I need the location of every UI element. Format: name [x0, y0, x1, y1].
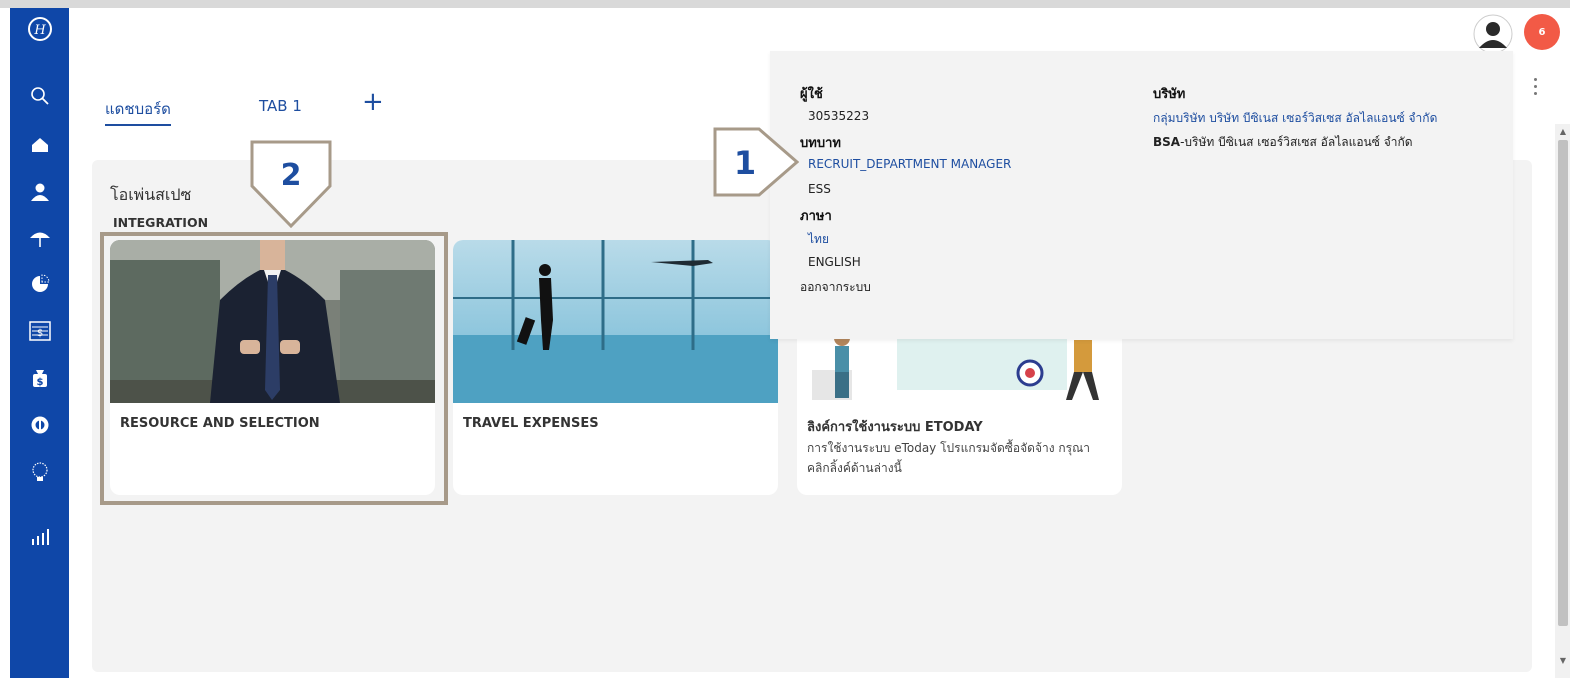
coin-icon[interactable] [10, 408, 69, 442]
language-option-english[interactable]: ENGLISH [808, 255, 861, 269]
annotation-highlight-box [100, 232, 448, 505]
card-description: การใช้งานระบบ eToday โปรแกรมจัดซื้อจัดจ้… [807, 441, 1090, 475]
tab-1[interactable]: TAB 1 [259, 97, 302, 115]
svg-text:$: $ [36, 377, 43, 388]
tab-dashboard[interactable]: แดชบอร์ด [105, 97, 171, 126]
notification-badge[interactable]: 6 [1524, 14, 1560, 50]
language-heading: ภาษา [800, 209, 832, 224]
svg-text:$: $ [36, 328, 42, 339]
logo-icon[interactable]: H [10, 12, 69, 46]
logout-link[interactable]: ออกจากระบบ [800, 278, 871, 297]
payroll-icon[interactable]: $ [10, 314, 69, 348]
annotation-number: 2 [281, 158, 302, 193]
bar-chart-icon[interactable] [10, 520, 69, 554]
company-heading: บริษัท [1153, 87, 1186, 102]
search-icon[interactable] [10, 79, 69, 113]
traveler-airport-image [453, 240, 778, 403]
scroll-down-icon[interactable]: ▼ [1558, 656, 1568, 666]
role-option-recruit-manager[interactable]: RECRUIT_DEPARTMENT MANAGER [808, 157, 1011, 171]
pie-chart-icon[interactable] [10, 267, 69, 301]
company-option-bsa[interactable]: BSA-บริษัท บีซิเนส เซอร์วิสเซส อัลไลแอนซ… [1153, 133, 1413, 152]
annotation-number: 1 [734, 144, 756, 182]
role-heading: บทบาท [800, 136, 841, 151]
annotation-marker-2: 2 [250, 140, 332, 228]
language-option-thai[interactable]: ไทย [808, 230, 829, 249]
add-tab-button[interactable]: + [362, 88, 384, 116]
user-menu-dropdown: ผู้ใช้ 30535223 บทบาท RECRUIT_DEPARTMENT… [770, 51, 1513, 339]
scroll-up-icon[interactable]: ▲ [1558, 127, 1568, 137]
sidebar: H $ $ [10, 8, 69, 678]
role-option-ess[interactable]: ESS [808, 182, 831, 196]
company-option-group[interactable]: กลุ่มบริษัท บริษัท บีซิเนส เซอร์วิสเซส อ… [1153, 109, 1437, 128]
workspace-subtitle: INTEGRATION [113, 215, 209, 230]
card-title: TRAVEL EXPENSES [463, 416, 599, 431]
card-travel-expenses[interactable]: TRAVEL EXPENSES [453, 240, 778, 495]
annotation-marker-1: 1 [713, 127, 799, 197]
company-code: BSA [1153, 135, 1181, 149]
more-options-icon[interactable] [1528, 74, 1544, 100]
svg-text:H: H [33, 23, 46, 38]
user-avatar[interactable] [1473, 14, 1513, 54]
user-id: 30535223 [808, 109, 870, 123]
scrollbar-thumb[interactable] [1558, 140, 1568, 626]
money-bag-icon[interactable]: $ [10, 361, 69, 395]
home-icon[interactable] [10, 128, 69, 162]
user-heading: ผู้ใช้ [800, 87, 823, 102]
idea-bulb-icon[interactable] [10, 455, 69, 489]
umbrella-icon[interactable] [10, 221, 69, 255]
company-name: -บริษัท บีซิเนส เซอร์วิสเซส อัลไลแอนซ์ จ… [1180, 135, 1413, 149]
card-title: ลิงค์การใช้งานระบบ ETODAY [807, 420, 983, 435]
workspace-title: โอเพ่นสเปซ [110, 185, 192, 204]
user-icon[interactable] [10, 175, 69, 209]
